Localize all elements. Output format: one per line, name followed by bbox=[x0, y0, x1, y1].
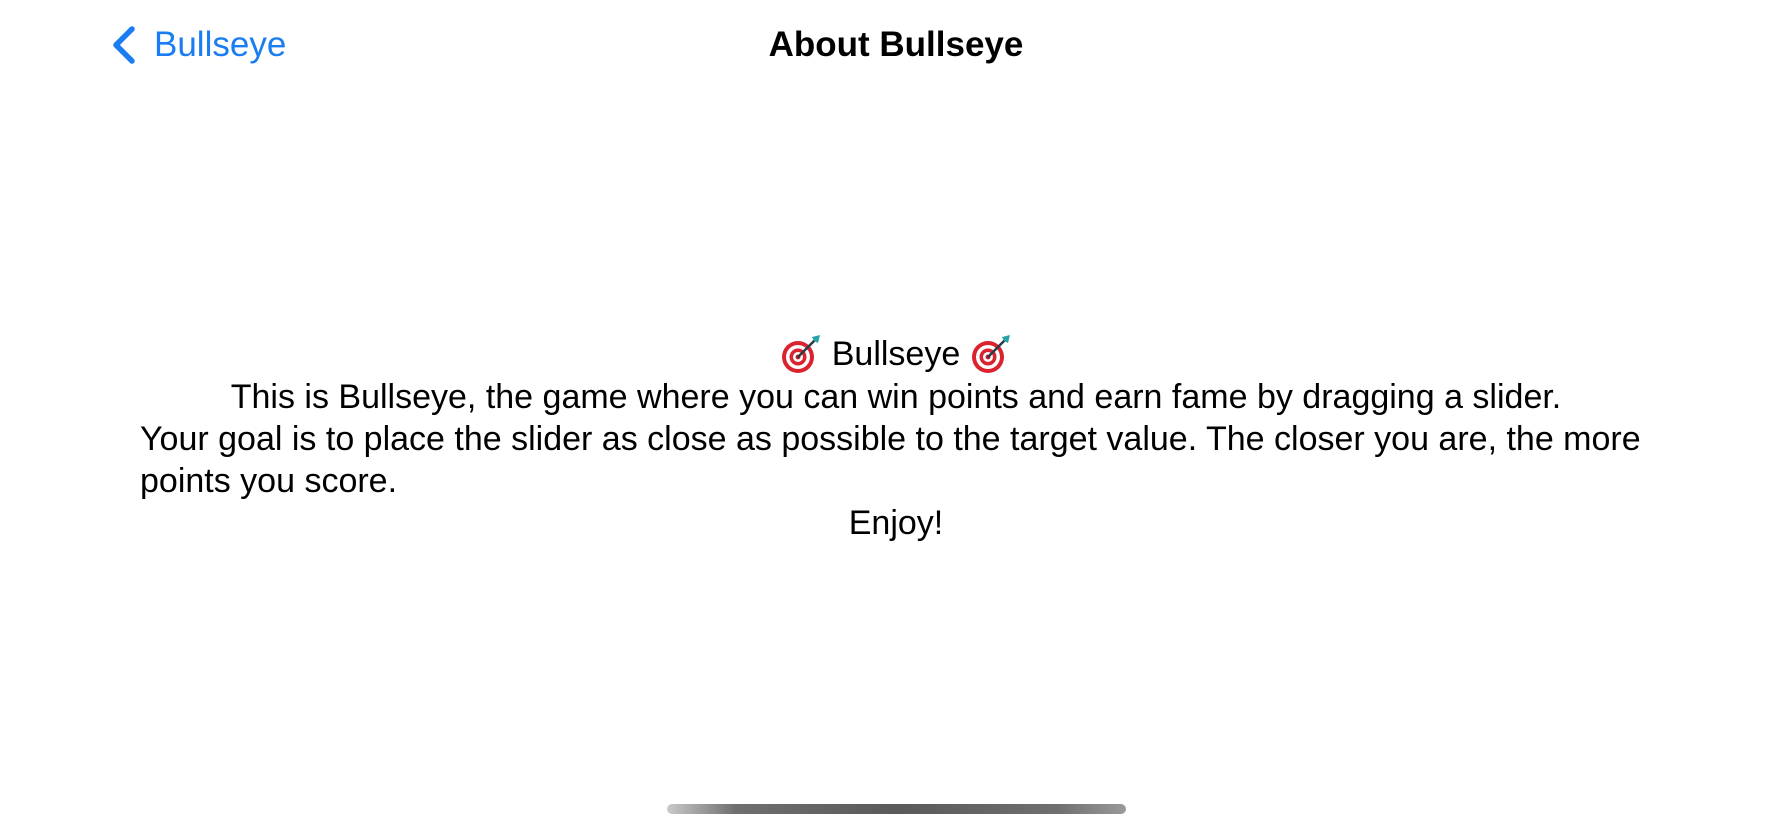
page-title: About Bullseye bbox=[768, 25, 1024, 64]
navigation-bar: Bullseye About Bullseye bbox=[0, 0, 1792, 92]
target-dart-icon bbox=[972, 335, 1011, 373]
home-indicator[interactable] bbox=[667, 804, 1126, 814]
intro-text: This is Bullseye, the game where you can… bbox=[230, 378, 1562, 416]
about-heading-text: Bullseye bbox=[831, 335, 961, 373]
about-screen: Bullseye About Bullseye Bullseye This is… bbox=[0, 0, 1792, 828]
closing-text: Enjoy! bbox=[848, 504, 944, 542]
goal-text: Your goal is to place the slider as clos… bbox=[140, 420, 1641, 500]
about-heading: Bullseye bbox=[140, 332, 1652, 376]
target-dart-icon bbox=[781, 335, 820, 373]
about-content: Bullseye This is Bullseye, the game wher… bbox=[140, 332, 1652, 544]
